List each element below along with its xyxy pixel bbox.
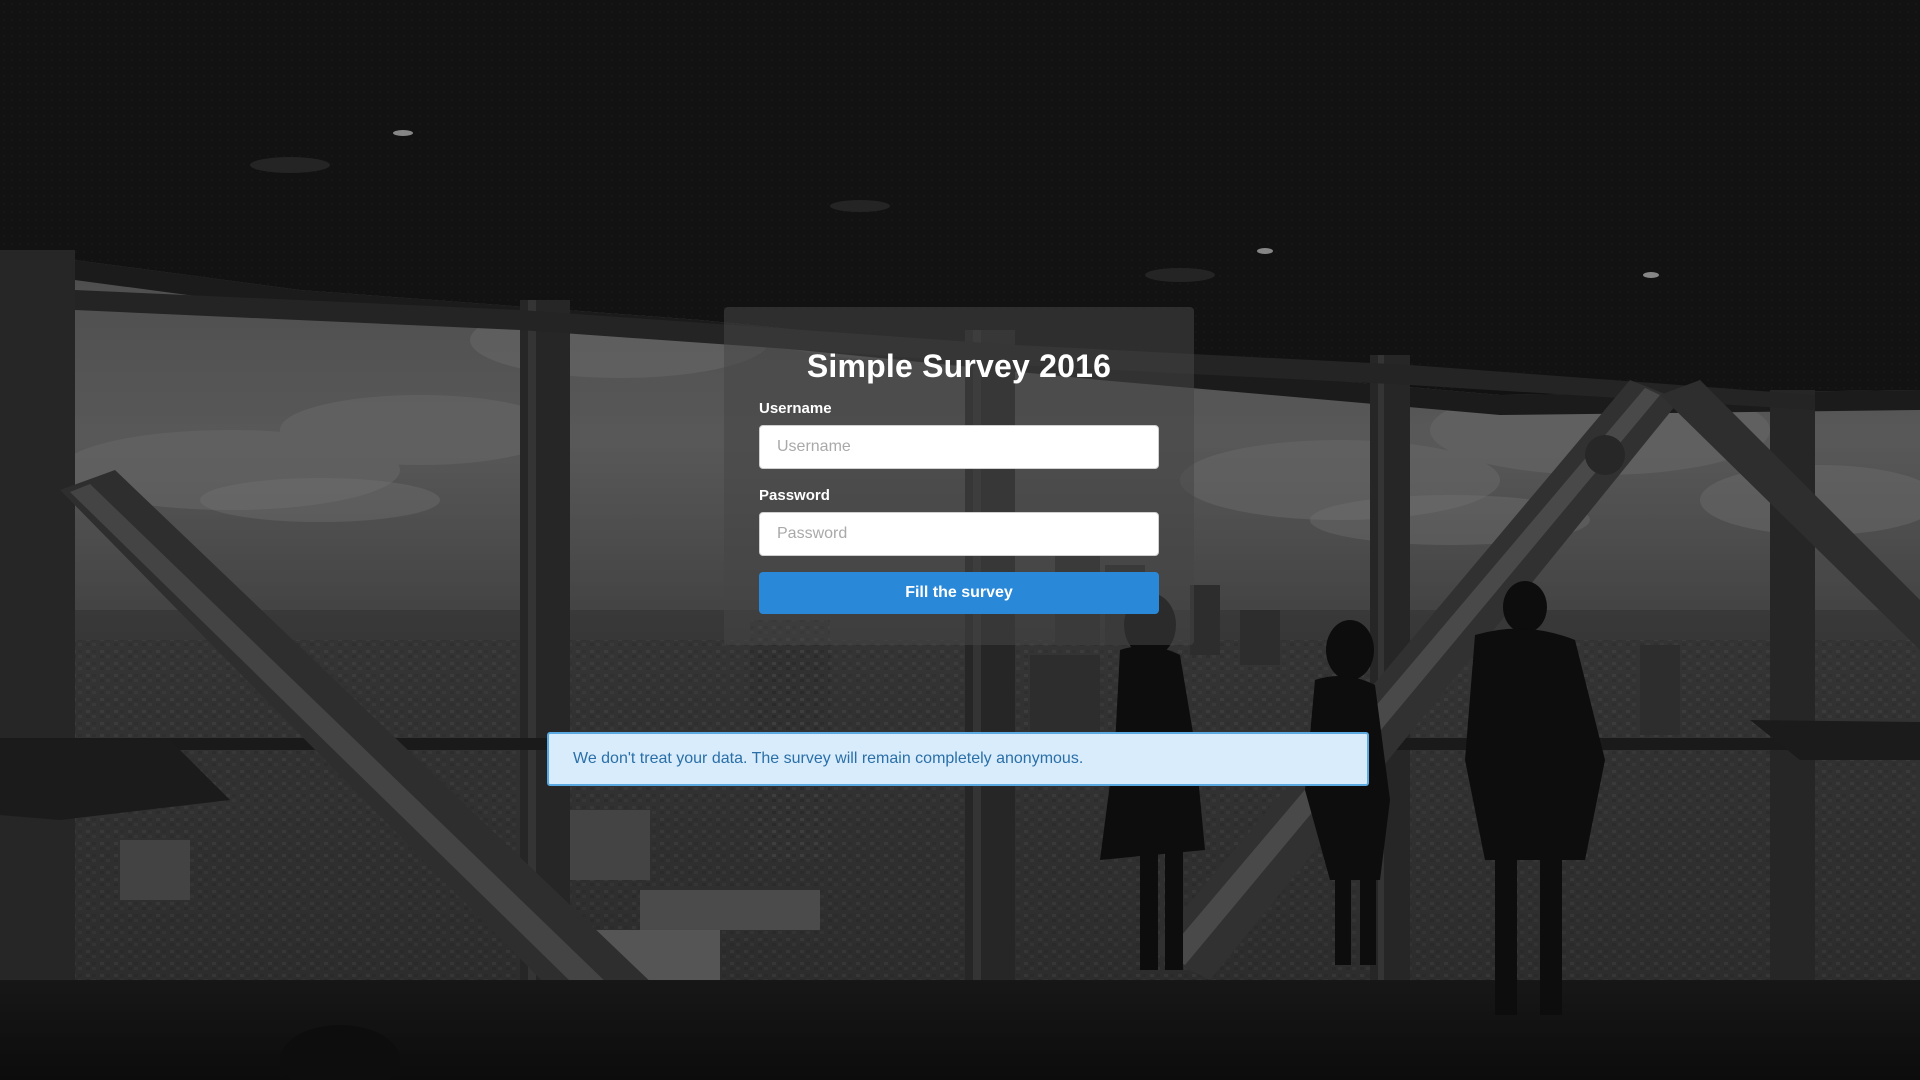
fill-survey-button[interactable]: Fill the survey xyxy=(759,572,1159,615)
username-input[interactable] xyxy=(759,425,1159,470)
login-panel: Simple Survey 2016 Username Password Fil… xyxy=(724,307,1194,645)
password-label: Password xyxy=(759,487,830,505)
anonymity-notice: We don't treat your data. The survey wil… xyxy=(547,732,1369,786)
password-input[interactable] xyxy=(759,512,1159,557)
page-title: Simple Survey 2016 xyxy=(806,348,1112,384)
username-label: Username xyxy=(759,400,832,418)
